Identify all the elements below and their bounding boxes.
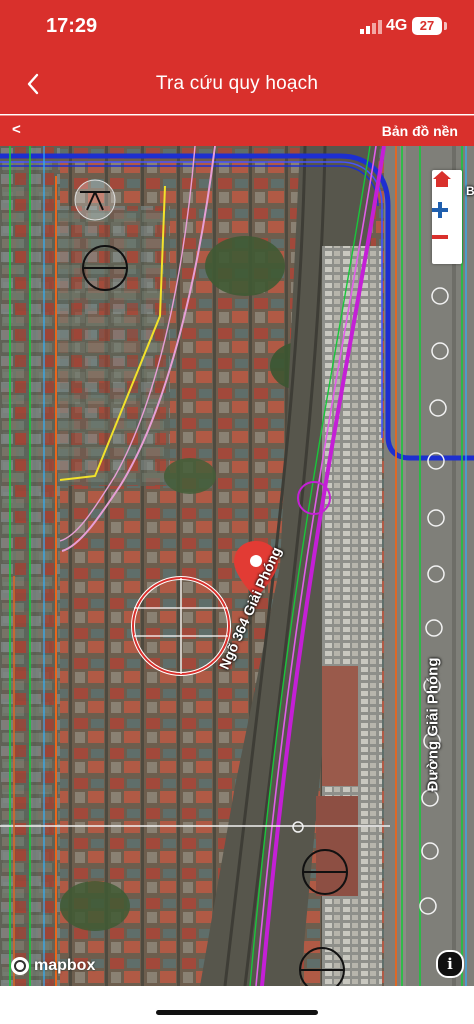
mapbox-icon [11,957,29,975]
status-bar: 17:29 4G 27 [0,0,474,56]
street-label-main-road: Đường Giải Phóng [424,657,442,792]
basemap-button[interactable]: Bản đồ nền [382,123,458,139]
zoom-in-button[interactable] [432,202,462,232]
power-tower-icon [74,179,116,221]
page-title: Tra cứu quy hoạch [155,73,319,94]
home-button[interactable] [432,170,462,200]
network-type: 4G [386,17,408,34]
signal-icon [360,20,382,34]
battery-icon: 27 [412,17,442,35]
collapse-button[interactable]: < [12,121,21,138]
map-canvas[interactable] [0,146,474,986]
clock: 17:29 [46,15,98,37]
zoom-in-icon [432,202,448,218]
home-indicator[interactable] [156,1010,318,1015]
zoom-out-icon [432,235,448,239]
home-icon [433,171,451,187]
battery-tip [444,22,447,30]
info-button[interactable]: i [436,950,464,978]
map-toolbar: < Bản đồ nền [0,115,474,146]
mapbox-label: mapbox [34,957,96,974]
map-controls [432,170,462,264]
bottom-safe-area [0,986,474,1024]
app-header: Tra cứu quy hoạch [0,56,474,114]
planning-map[interactable]: B Ngõ 364 Giải Phóng Đường Giải Phóng [0,146,474,986]
zoom-out-button[interactable] [432,234,462,264]
map-edge-label: B [466,184,474,198]
mapbox-logo[interactable]: mapbox [10,956,95,976]
